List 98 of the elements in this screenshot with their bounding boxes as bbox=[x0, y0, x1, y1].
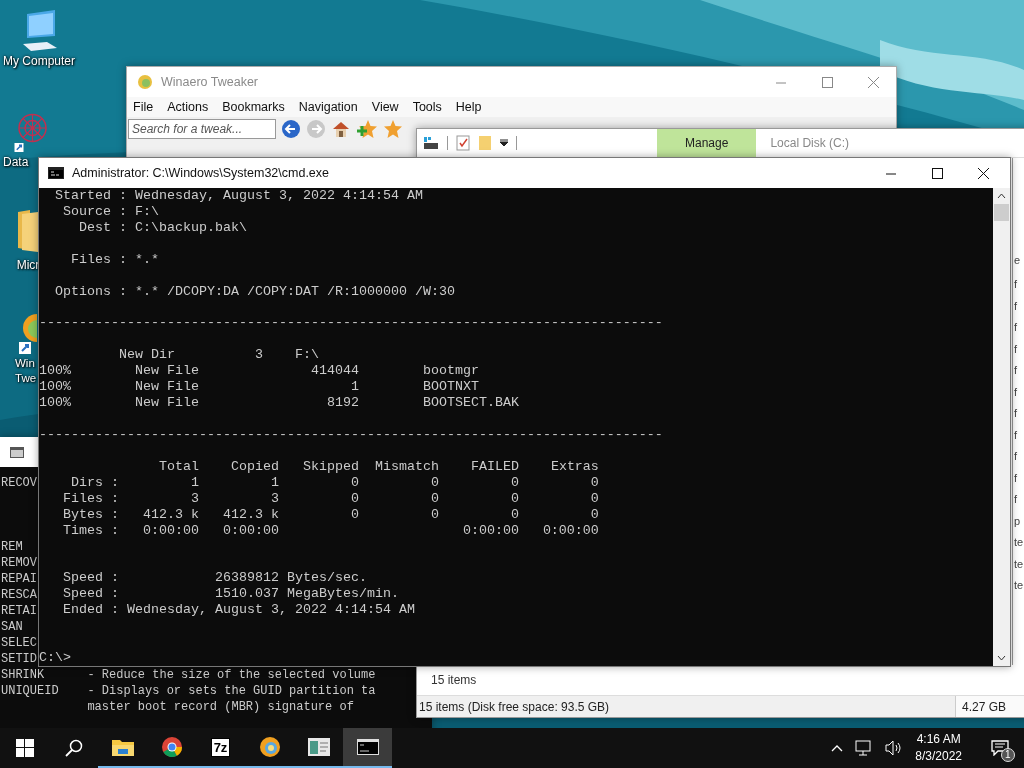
clock-date[interactable]: 8/3/2022 bbox=[915, 748, 962, 765]
file-name[interactable]: te bbox=[1014, 557, 1024, 579]
dropdown-icon[interactable] bbox=[500, 139, 508, 147]
add-bookmark-icon[interactable] bbox=[356, 119, 378, 139]
app-icon bbox=[137, 74, 153, 90]
console-line: Dirs : 1 1 0 0 0 0 bbox=[71, 474, 599, 491]
menu-item[interactable]: File bbox=[133, 100, 154, 114]
file-name[interactable]: f bbox=[1014, 342, 1024, 364]
file-name[interactable]: te bbox=[1014, 579, 1024, 601]
console-line: RETAI bbox=[1, 603, 37, 619]
console-line: SHRINK - Reduce the size of the selected volume bbox=[1, 667, 376, 683]
icon-label[interactable]: Data bbox=[3, 155, 29, 170]
menu-item[interactable]: Navigation bbox=[298, 100, 358, 114]
scroll-up-icon[interactable] bbox=[997, 193, 1006, 199]
menu-item[interactable]: Actions bbox=[167, 100, 209, 114]
taskbar-button[interactable] bbox=[343, 728, 392, 768]
console-line: master boot record (MBR) signature of bbox=[87, 699, 354, 715]
console-line: Source : F:\ bbox=[63, 204, 159, 220]
archiver-icon: 7z bbox=[210, 737, 231, 757]
console-line: Speed : 26389812 Bytes/sec. bbox=[63, 570, 367, 587]
search-icon[interactable] bbox=[64, 739, 83, 757]
file-name[interactable]: f bbox=[1014, 278, 1024, 300]
menu-item[interactable]: Tools bbox=[412, 100, 442, 114]
console-line: Started : Wednesday, August 3, 2022 4:14:54 AM bbox=[55, 188, 423, 204]
console-line: C:\> bbox=[39, 649, 71, 666]
console-line: Times : 0:00:00 0:00:00 0:00:00 0:00:00 bbox=[63, 522, 599, 539]
file-name[interactable]: f bbox=[1014, 428, 1024, 450]
file-name[interactable]: p bbox=[1014, 514, 1024, 536]
file-name[interactable]: f bbox=[1014, 407, 1024, 429]
context-tab[interactable]: Manage bbox=[657, 129, 757, 157]
menu-item[interactable]: View bbox=[371, 100, 399, 114]
icon-label[interactable]: Micr bbox=[16, 258, 40, 273]
home-icon[interactable] bbox=[331, 119, 351, 139]
file-name[interactable]: te bbox=[1014, 536, 1024, 558]
chevron-up-icon[interactable] bbox=[831, 744, 844, 752]
taskbar-button[interactable]: 7z bbox=[196, 728, 245, 768]
start-icon[interactable] bbox=[15, 739, 34, 757]
console-line: ------------------------------------------------------------------------------ bbox=[39, 427, 663, 443]
file-name[interactable]: f bbox=[1014, 493, 1024, 515]
console-line: New Dir 3 F:\ bbox=[118, 347, 319, 364]
console-line: 100% New File 8192 BOOTSECT.BAK bbox=[39, 395, 519, 412]
file-name[interactable]: f bbox=[1014, 471, 1024, 493]
notification-icon[interactable] bbox=[991, 740, 1009, 756]
status-size: 4.27 GB bbox=[955, 696, 1024, 717]
app-icon bbox=[258, 736, 281, 758]
menu-item[interactable]: Help bbox=[455, 100, 482, 114]
icon-label[interactable]: My Computer bbox=[3, 54, 75, 69]
browser-icon bbox=[160, 736, 183, 758]
status-text: 15 items (Disk free space: 93.5 GB) bbox=[418, 699, 611, 714]
back-icon[interactable] bbox=[281, 119, 301, 139]
menu-item[interactable]: Bookmarks bbox=[222, 100, 285, 114]
folder-icon[interactable] bbox=[16, 208, 40, 252]
volume-icon[interactable] bbox=[885, 740, 904, 756]
icon-label[interactable]: Win bbox=[15, 356, 35, 371]
console-line: REM bbox=[1, 539, 23, 555]
console-line: SAN bbox=[1, 619, 23, 635]
console-line: Ended : Wednesday, August 3, 2022 4:14:54 AM bbox=[63, 602, 415, 619]
drive-icon[interactable] bbox=[423, 136, 439, 150]
scrollbar[interactable] bbox=[993, 188, 1010, 666]
console-line: Files : 3 3 0 0 0 0 bbox=[63, 490, 599, 507]
console-line: RESCA bbox=[1, 587, 37, 603]
file-name[interactable]: f bbox=[1014, 385, 1024, 407]
console-line: RECOV bbox=[1, 475, 37, 491]
console-line: Options : *.* /DCOPY:DA /COPY:DAT /R:1000000 /W:30 bbox=[55, 283, 455, 300]
console-line: Speed : 1510.037 MegaBytes/min. bbox=[63, 586, 399, 603]
window-title: Administrator: C:\Windows\System32\cmd.exe bbox=[72, 166, 330, 180]
search-field[interactable]: Search for a tweak... bbox=[128, 119, 276, 139]
console-line: Files : *.* bbox=[71, 251, 159, 268]
close-icon[interactable] bbox=[978, 167, 989, 179]
console-line: UNIQUEID - Displays or sets the GUID partition ta bbox=[1, 683, 376, 699]
console-line: Dest : C:\backup.bak\ bbox=[79, 220, 247, 236]
item-count: 15 items bbox=[431, 673, 477, 687]
file-name[interactable]: f bbox=[1014, 364, 1024, 386]
maximize-icon[interactable] bbox=[932, 167, 943, 179]
scroll-down-icon[interactable] bbox=[997, 655, 1006, 661]
window-title: Local Disk (C:) bbox=[770, 136, 850, 150]
app-icon[interactable] bbox=[17, 312, 37, 356]
file-name[interactable]: f bbox=[1014, 299, 1024, 321]
console-line: REMOV bbox=[1, 555, 37, 571]
scroll-thumb[interactable] bbox=[994, 204, 1009, 221]
console-line: Total Copied Skipped Mismatch FAILED Extras bbox=[158, 458, 599, 475]
window-title: Winaero Tweaker bbox=[161, 75, 259, 89]
clock-time[interactable]: 4:16 AM bbox=[916, 731, 961, 748]
icon-label[interactable]: Twe bbox=[15, 371, 37, 386]
console-line: 100% New File 414044 bootmgr bbox=[39, 363, 479, 380]
console-line: Bytes : 412.3 k 412.3 k 0 0 0 0 bbox=[63, 506, 599, 523]
file-name[interactable]: f bbox=[1014, 321, 1024, 343]
folder-icon bbox=[110, 737, 135, 757]
console-line: ------------------------------------------------------------------------------ bbox=[39, 315, 663, 332]
window-icon bbox=[307, 738, 330, 756]
file-name[interactable]: f bbox=[1014, 450, 1024, 472]
notification-badge: 1 bbox=[1001, 748, 1015, 762]
properties-icon[interactable] bbox=[456, 135, 470, 151]
console-line: SELEC bbox=[1, 635, 37, 651]
console-line: REPAI bbox=[1, 571, 37, 587]
column-header[interactable]: e bbox=[1014, 254, 1024, 266]
console-line: 100% New File 1 BOOTNXT bbox=[39, 379, 479, 396]
console-line: SETID bbox=[1, 651, 37, 667]
